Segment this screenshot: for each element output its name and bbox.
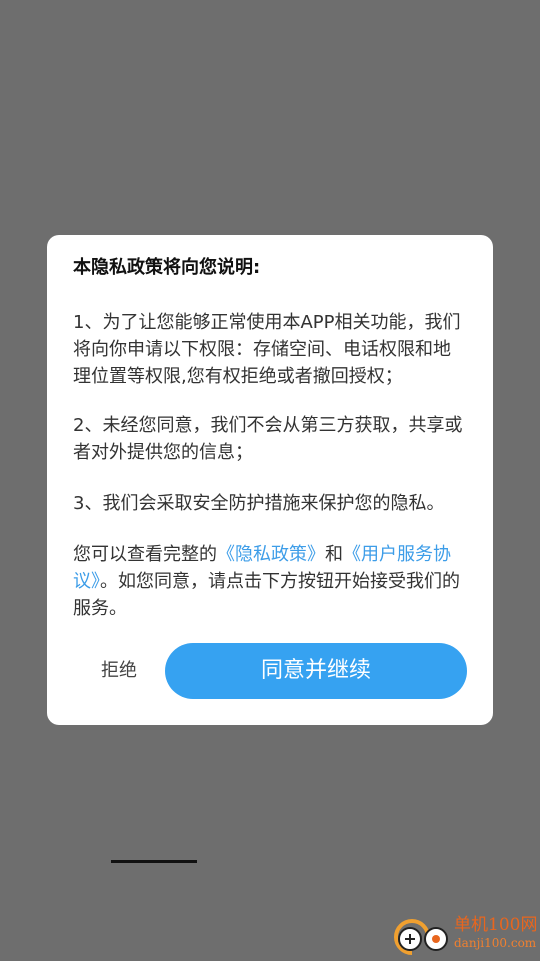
dialog-title: 本隐私政策将向您说明:: [73, 257, 261, 278]
connector-text: 和: [325, 544, 343, 565]
policy-suffix-text: 。如您同意，请点击下方按钮开始接受我们的服务。: [73, 571, 460, 619]
reject-button[interactable]: 拒绝: [77, 643, 161, 699]
watermark-logo-icon: [394, 919, 448, 955]
policy-prefix-text: 您可以查看完整的: [73, 544, 217, 565]
watermark-site-name: 单机100网: [454, 915, 538, 935]
privacy-policy-link[interactable]: 《隐私政策》: [217, 544, 325, 565]
privacy-dialog: 本隐私政策将向您说明: 1、为了让您能够正常使用本APP相关功能，我们将向你申请…: [47, 235, 493, 725]
site-watermark: 单机100网 danji100.com: [392, 913, 540, 961]
watermark-text: 单机100网 danji100.com: [454, 915, 538, 950]
dialog-button-row: 拒绝 同意并继续: [47, 643, 493, 699]
watermark-site-url: danji100.com: [454, 936, 537, 950]
policy-links-paragraph: 您可以查看完整的《隐私政策》和《用户服务协议》。如您同意，请点击下方按钮开始接受…: [73, 541, 467, 622]
agree-continue-button[interactable]: 同意并继续: [165, 643, 467, 699]
permission-paragraph: 1、为了让您能够正常使用本APP相关功能，我们将向你申请以下权限：存储空间、电话…: [73, 312, 461, 387]
navigation-indicator: [111, 860, 197, 863]
security-paragraph: 3、我们会采取安全防护措施来保护您的隐私。: [73, 493, 445, 514]
data-sharing-paragraph: 2、未经您同意，我们不会从第三方获取，共享或者对外提供您的信息；: [73, 415, 463, 463]
